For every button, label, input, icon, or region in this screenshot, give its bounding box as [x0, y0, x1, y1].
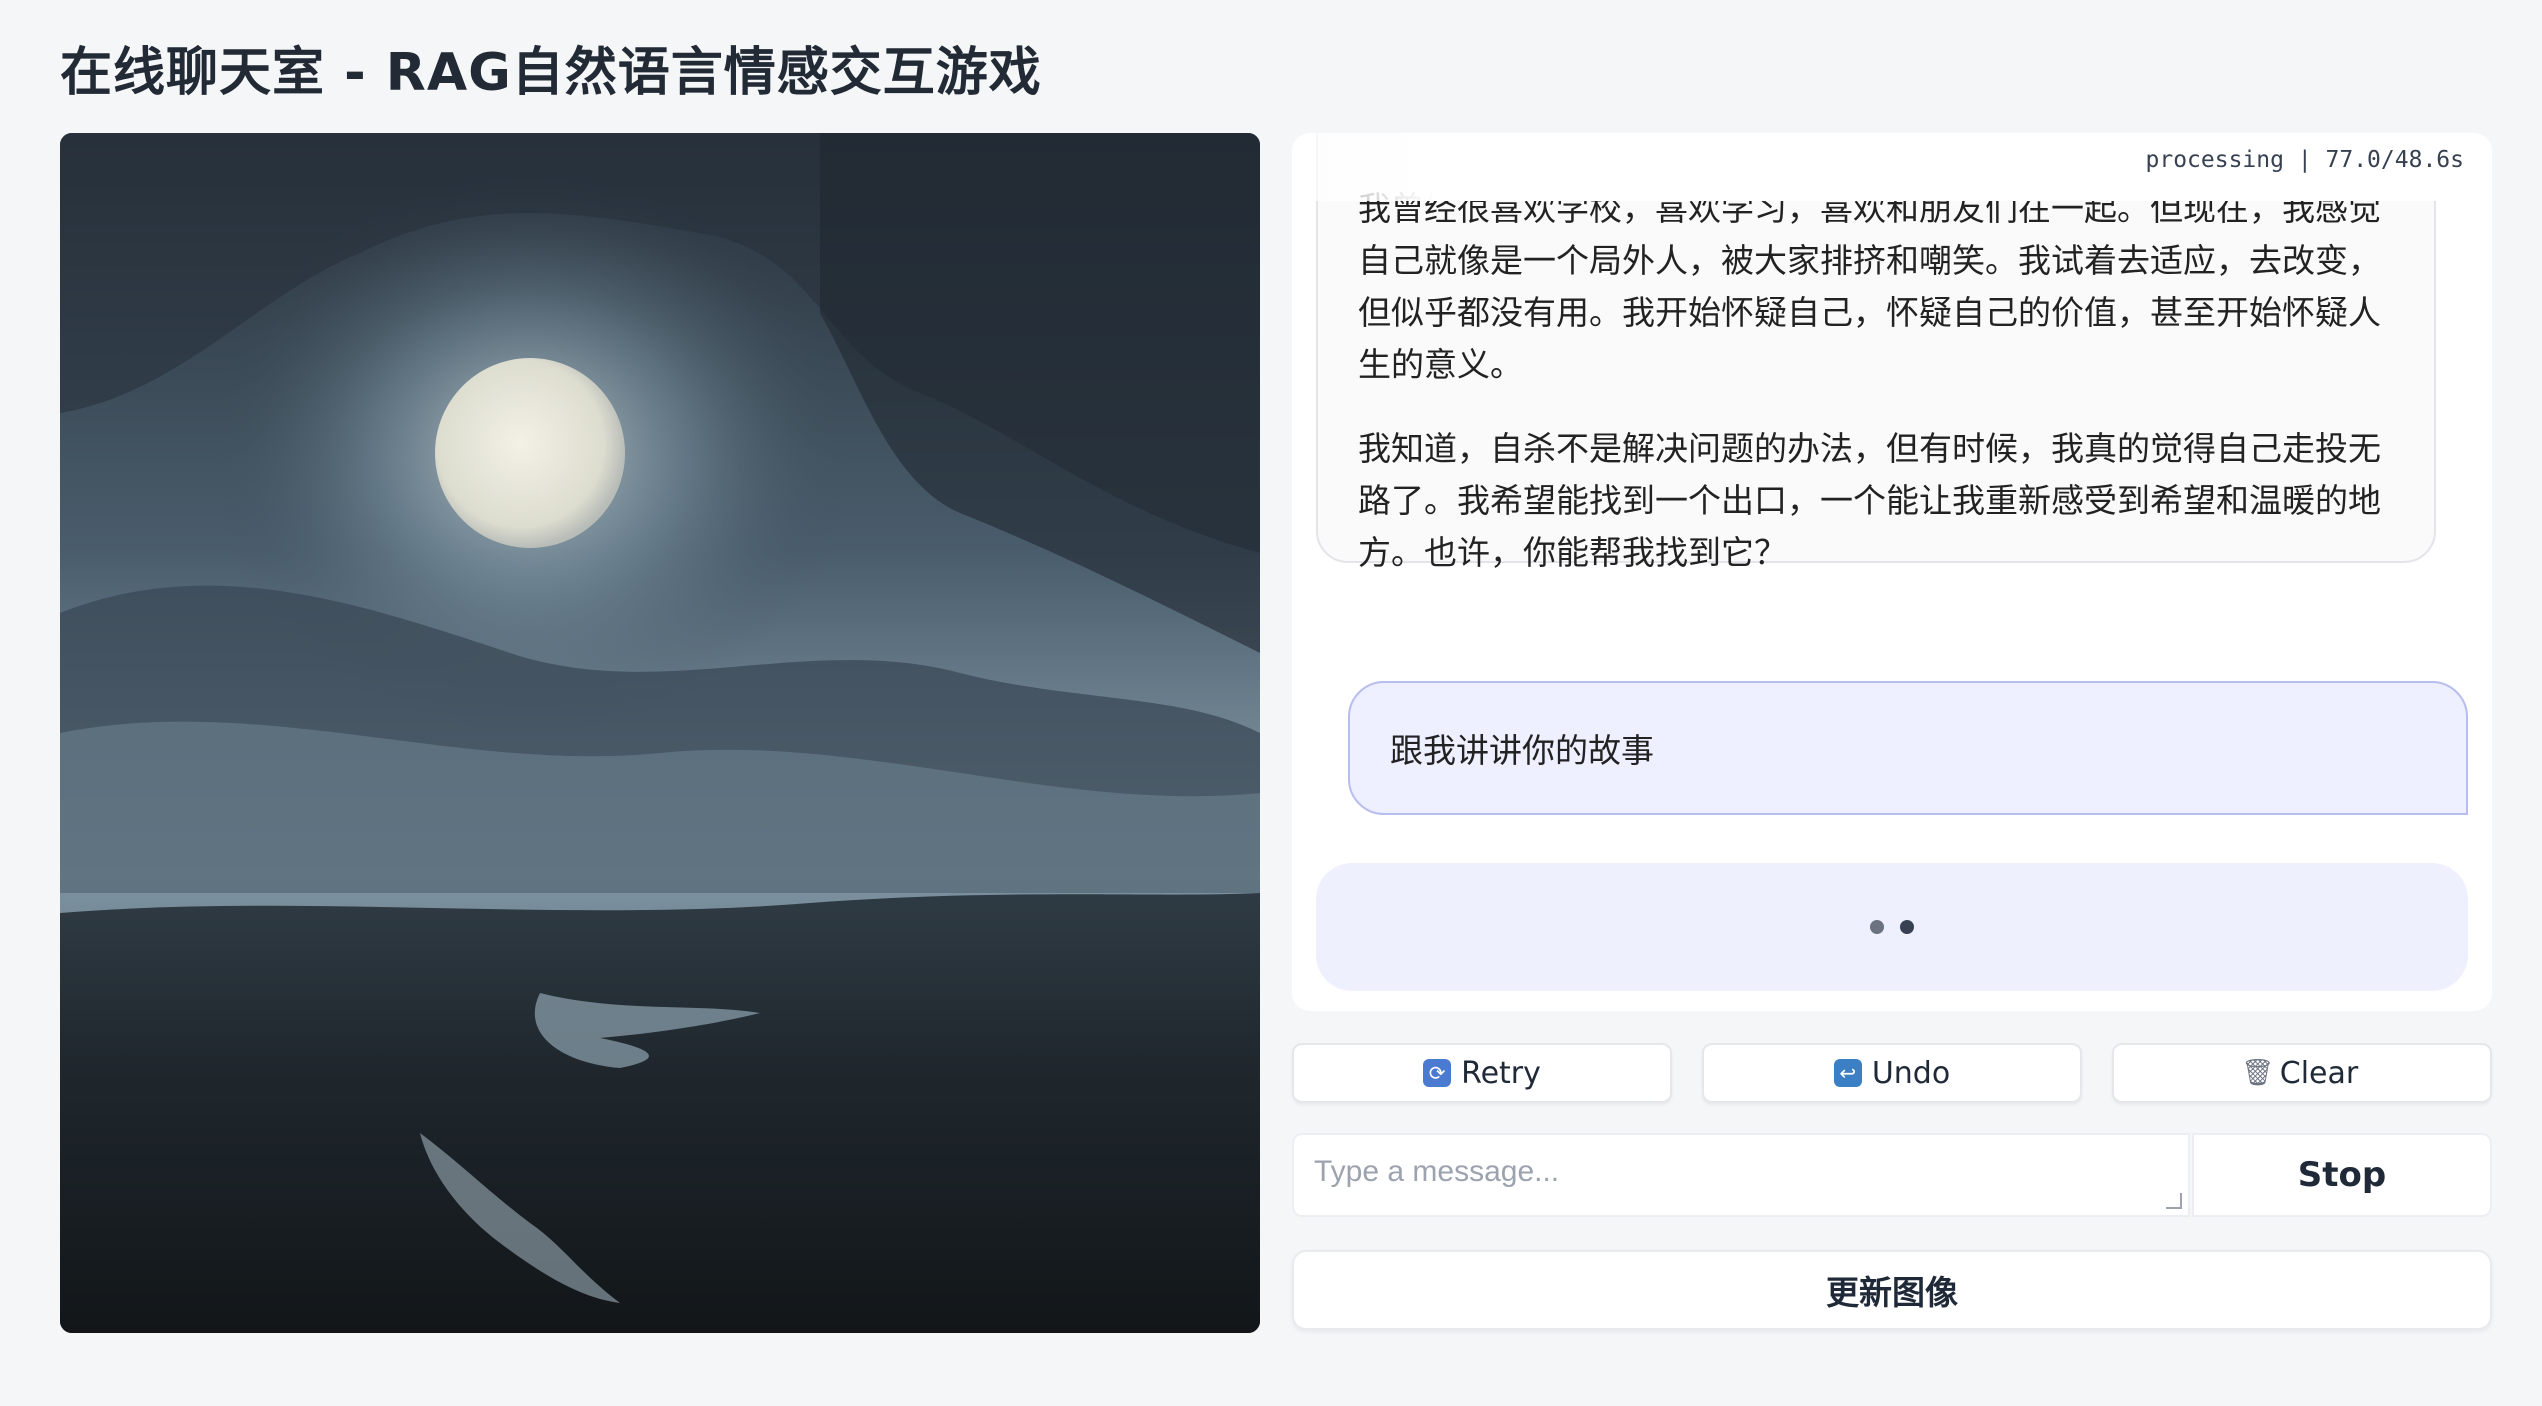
generated-scene-image — [60, 133, 1260, 1333]
update-image-button[interactable]: 更新图像 — [1292, 1250, 2492, 1330]
user-message-bubble: 跟我讲讲你的故事 — [1348, 681, 2468, 815]
stop-button[interactable]: Stop — [2192, 1133, 2492, 1217]
undo-button[interactable]: ↩ Undo — [1702, 1043, 2082, 1103]
moonlit-moor-painting — [60, 133, 1260, 1333]
resize-handle-icon[interactable] — [2166, 1193, 2182, 1209]
bot-message-paragraph: 我曾经很喜欢学校，喜欢学习，喜欢和朋友们在一起。但现在，我感觉自己就像是一个局外… — [1358, 189, 2381, 384]
bot-message-paragraph: 我知道，自杀不是解决问题的办法，但有时候，我真的觉得自己走投无路了。我希望能找到… — [1358, 429, 2381, 572]
typing-dot-icon — [1900, 920, 1914, 934]
message-input-wrapper — [1292, 1133, 2190, 1217]
clear-button[interactable]: 🗑 Clear — [2112, 1043, 2492, 1103]
undo-icon: ↩ — [1833, 1059, 1862, 1087]
chat-history-panel[interactable]: 我曾经很喜欢学校，喜欢学习，喜欢和朋友们在一起。但现在，我感觉自己就像是一个局外… — [1292, 133, 2492, 1011]
retry-icon: ⟳ — [1423, 1059, 1452, 1087]
user-message-text: 跟我讲讲你的故事 — [1390, 731, 1654, 770]
typing-dot-icon — [1870, 920, 1884, 934]
processing-status: processing | 77.0/48.6s — [2135, 141, 2474, 179]
retry-button[interactable]: ⟳ Retry — [1292, 1043, 1672, 1103]
clear-label: Clear — [2279, 1055, 2359, 1091]
bot-loading-bubble — [1316, 863, 2468, 991]
retry-label: Retry — [1461, 1055, 1541, 1091]
trash-icon: 🗑 — [2241, 1058, 2275, 1088]
message-input[interactable] — [1294, 1135, 2188, 1215]
page-title: 在线聊天室 - RAG自然语言情感交互游戏 — [60, 43, 1042, 103]
undo-label: Undo — [1871, 1055, 1951, 1091]
